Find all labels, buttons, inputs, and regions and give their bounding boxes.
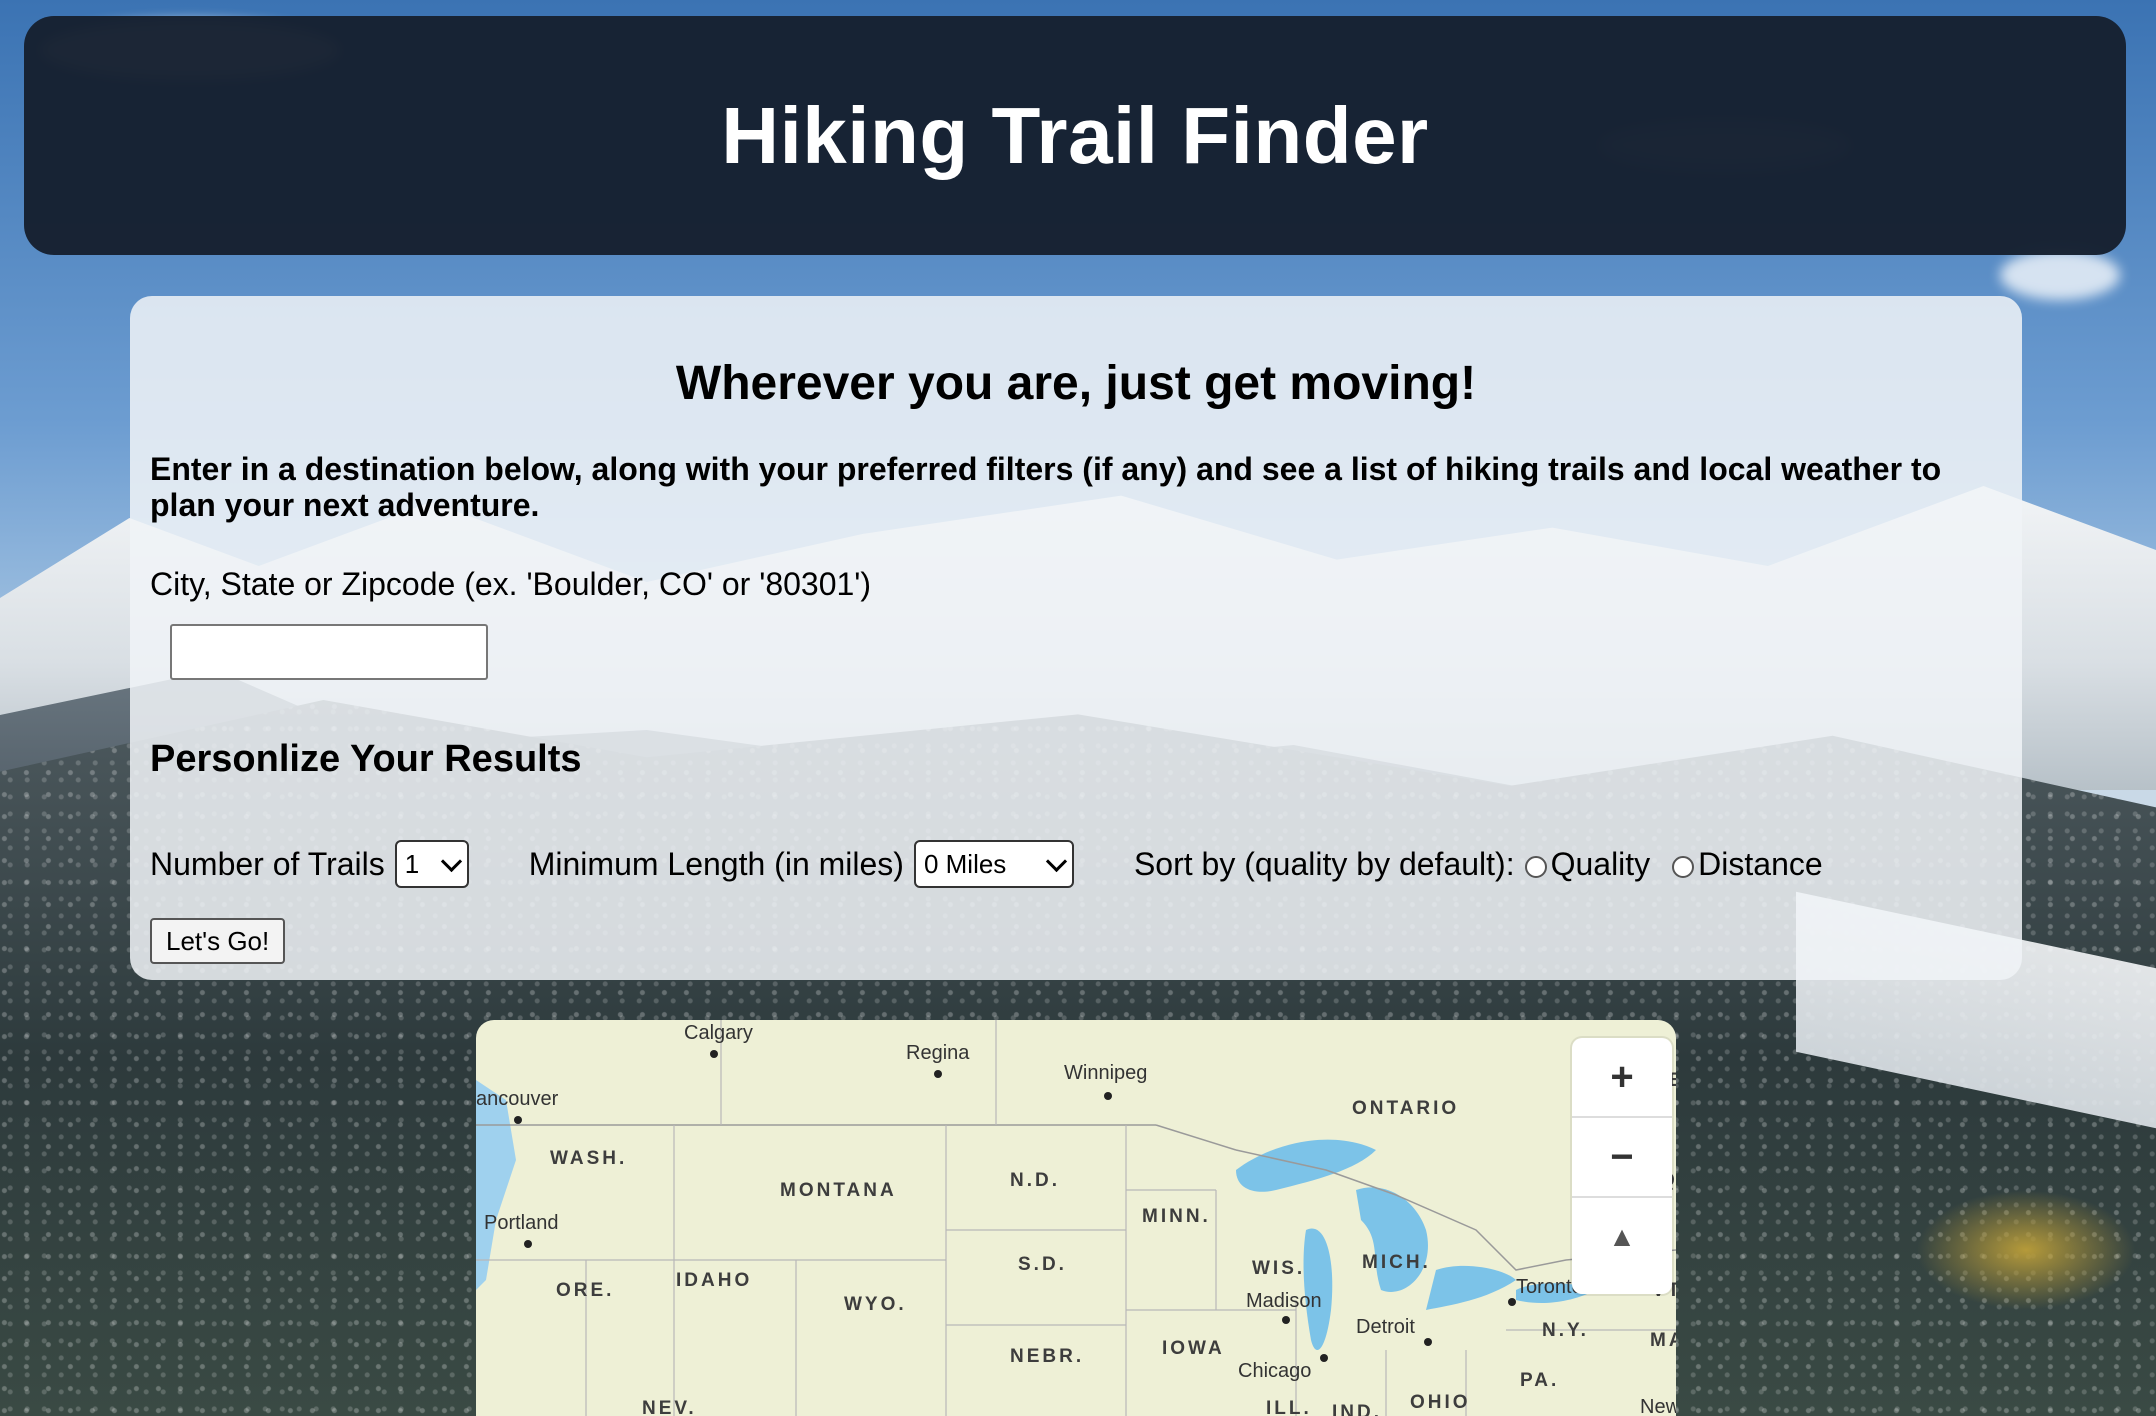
zoom-out-button[interactable]: − (1572, 1118, 1672, 1198)
min-length-select[interactable]: 0 Miles (913, 840, 1074, 888)
sort-quality-label[interactable]: Quality (1551, 846, 1651, 883)
personalize-heading: Personlize Your Results (150, 738, 582, 780)
trail-map[interactable]: Calgary Regina Winnipeg ancouver Portlan… (476, 1020, 1676, 1416)
city-dot (1282, 1316, 1290, 1324)
region-label: MICH. (1362, 1252, 1431, 1273)
city-label: Detroit (1356, 1316, 1415, 1338)
region-label: WYO. (844, 1294, 907, 1315)
city-label: New (1640, 1396, 1676, 1416)
region-label: MA (1650, 1330, 1676, 1351)
region-label: ILL. (1266, 1398, 1312, 1416)
zoom-in-button[interactable]: + (1572, 1038, 1672, 1118)
region-label: NEBR. (1010, 1346, 1085, 1367)
region-label: ORE. (556, 1280, 615, 1301)
region-label: IND. (1332, 1402, 1382, 1416)
region-label: MONTANA (780, 1180, 897, 1201)
lets-go-button[interactable]: Let's Go! (150, 918, 286, 964)
city-label: Madison (1246, 1290, 1322, 1312)
city-label: Portland (484, 1212, 559, 1234)
compass-icon[interactable]: ▲ (1572, 1198, 1672, 1276)
form-heading: Wherever you are, just get moving! (675, 357, 1477, 410)
page-title: Hiking Trail Finder (721, 90, 1429, 180)
region-label: OHIO (1410, 1392, 1471, 1413)
city-dot (524, 1240, 532, 1248)
location-label: City, State or Zipcode (ex. 'Boulder, CO… (150, 566, 872, 602)
region-label: PA. (1520, 1370, 1560, 1391)
city-label: ancouver (476, 1088, 559, 1110)
city-label: Regina (906, 1042, 970, 1064)
city-dot (934, 1070, 942, 1078)
filters-row: Number of Trails 1 Minimum Length (in mi… (150, 836, 1823, 892)
city-dot (710, 1050, 718, 1058)
city-dot (514, 1116, 522, 1124)
city-label: Winnipeg (1064, 1062, 1148, 1084)
city-dot (1104, 1092, 1112, 1100)
city-label: Calgary (684, 1022, 753, 1044)
city-dot (1424, 1338, 1432, 1346)
region-label: WIS. (1252, 1258, 1306, 1279)
map-zoom-controls: + − ▲ (1572, 1038, 1672, 1294)
region-label: S.D. (1018, 1254, 1067, 1275)
location-input[interactable] (170, 624, 488, 680)
chevron-down-icon (1045, 850, 1068, 872)
site-header: Hiking Trail Finder (24, 16, 2126, 255)
search-form-panel: Wherever you are, just get moving! Enter… (130, 296, 2022, 980)
region-label: N.Y. (1542, 1320, 1589, 1341)
region-label: ONTARIO (1352, 1098, 1460, 1119)
city-label: Chicago (1238, 1360, 1312, 1382)
chevron-down-icon (440, 850, 462, 872)
sort-label: Sort by (quality by default): (1133, 845, 1515, 882)
sort-distance-radio[interactable] (1672, 856, 1695, 878)
min-length-label: Minimum Length (in miles) (528, 845, 904, 882)
sort-quality-radio[interactable] (1524, 856, 1547, 878)
city-dot (1320, 1354, 1328, 1362)
form-intro: Enter in a destination below, along with… (150, 451, 1942, 523)
num-trails-select[interactable]: 1 (394, 840, 469, 888)
region-label: IOWA (1162, 1338, 1225, 1359)
city-dot (1508, 1298, 1516, 1306)
sort-distance-label[interactable]: Distance (1698, 846, 1823, 883)
region-label: N.D. (1010, 1170, 1060, 1191)
region-label: IDAHO (676, 1270, 753, 1291)
region-label: WASH. (550, 1148, 628, 1169)
num-trails-value: 1 (404, 848, 420, 879)
region-label: MINN. (1142, 1206, 1211, 1227)
min-length-value: 0 Miles (923, 848, 1007, 879)
num-trails-label: Number of Trails (150, 845, 385, 882)
region-label: NEV. (642, 1398, 697, 1416)
